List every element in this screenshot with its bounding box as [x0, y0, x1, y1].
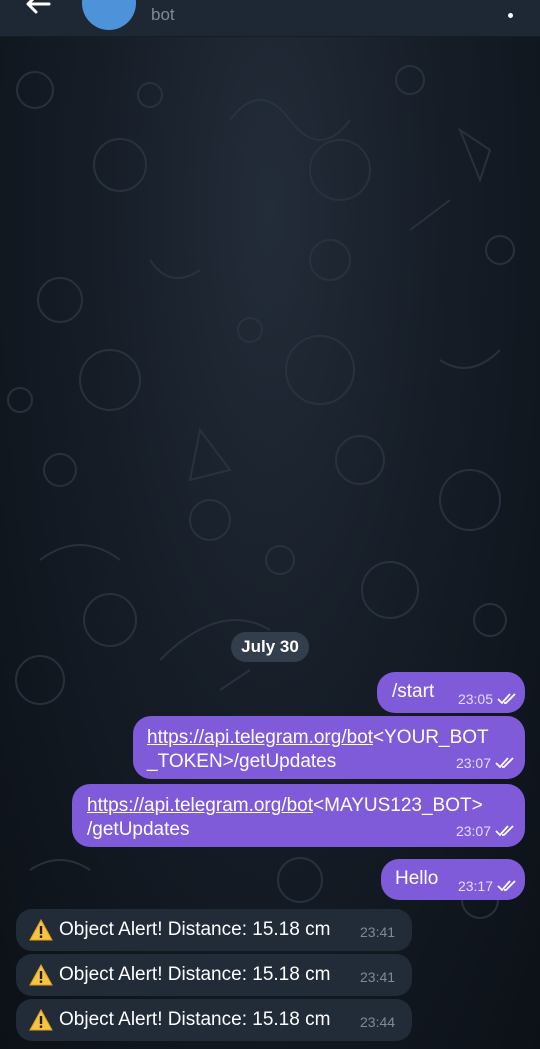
- message-incoming[interactable]: Object Alert! Distance: 15.18 cm 23:41: [16, 954, 412, 996]
- warning-icon: [29, 919, 53, 941]
- message-time: 23:41: [360, 924, 396, 940]
- message-outgoing[interactable]: https://api.telegram.org/bot<YOUR_BOT _TO…: [133, 716, 525, 779]
- double-check-icon: [497, 880, 516, 892]
- back-arrow-icon: [26, 0, 51, 14]
- message-text: https://api.telegram.org/bot<MAYUS123_BO…: [87, 795, 483, 840]
- back-button[interactable]: [18, 0, 58, 18]
- warning-icon: [29, 964, 53, 986]
- message-incoming[interactable]: Object Alert! Distance: 15.18 cm 23:44: [16, 999, 412, 1041]
- warning-icon: [29, 1009, 53, 1031]
- more-options-button[interactable]: [500, 0, 520, 18]
- message-time: 23:05: [458, 691, 517, 707]
- message-outgoing[interactable]: https://api.telegram.org/bot<MAYUS123_BO…: [72, 784, 525, 847]
- double-check-icon: [497, 693, 516, 705]
- message-text: Object Alert! Distance: 15.18 cm: [59, 964, 331, 985]
- message-text: /start: [392, 681, 435, 702]
- more-vertical-icon: [507, 13, 513, 18]
- message-time: 23:44: [360, 1014, 396, 1030]
- message-text: Object Alert! Distance: 15.18 cm: [59, 1009, 331, 1030]
- chat-header: M bot: [0, 0, 540, 37]
- double-check-icon: [495, 825, 514, 837]
- avatar[interactable]: M: [82, 0, 136, 30]
- double-check-icon: [495, 757, 514, 769]
- message-link[interactable]: https://api.telegram.org/bot: [147, 727, 373, 748]
- message-time: 23:17: [458, 878, 517, 894]
- message-time: 23:41: [360, 969, 396, 985]
- message-incoming[interactable]: Object Alert! Distance: 15.18 cm 23:41: [16, 909, 412, 951]
- message-time: 23:07: [456, 823, 515, 839]
- date-separator: July 30: [231, 632, 309, 662]
- message-text: https://api.telegram.org/bot<YOUR_BOT _TO…: [147, 727, 489, 772]
- message-time: 23:07: [456, 755, 515, 771]
- message-text: Object Alert! Distance: 15.18 cm: [59, 919, 331, 940]
- message-link[interactable]: https://api.telegram.org/bot: [87, 795, 313, 816]
- message-text: Hello: [395, 868, 439, 889]
- message-outgoing[interactable]: /start 23:05: [377, 672, 525, 713]
- message-outgoing[interactable]: Hello 23:17: [381, 859, 525, 900]
- chat-subtitle: bot: [151, 5, 175, 24]
